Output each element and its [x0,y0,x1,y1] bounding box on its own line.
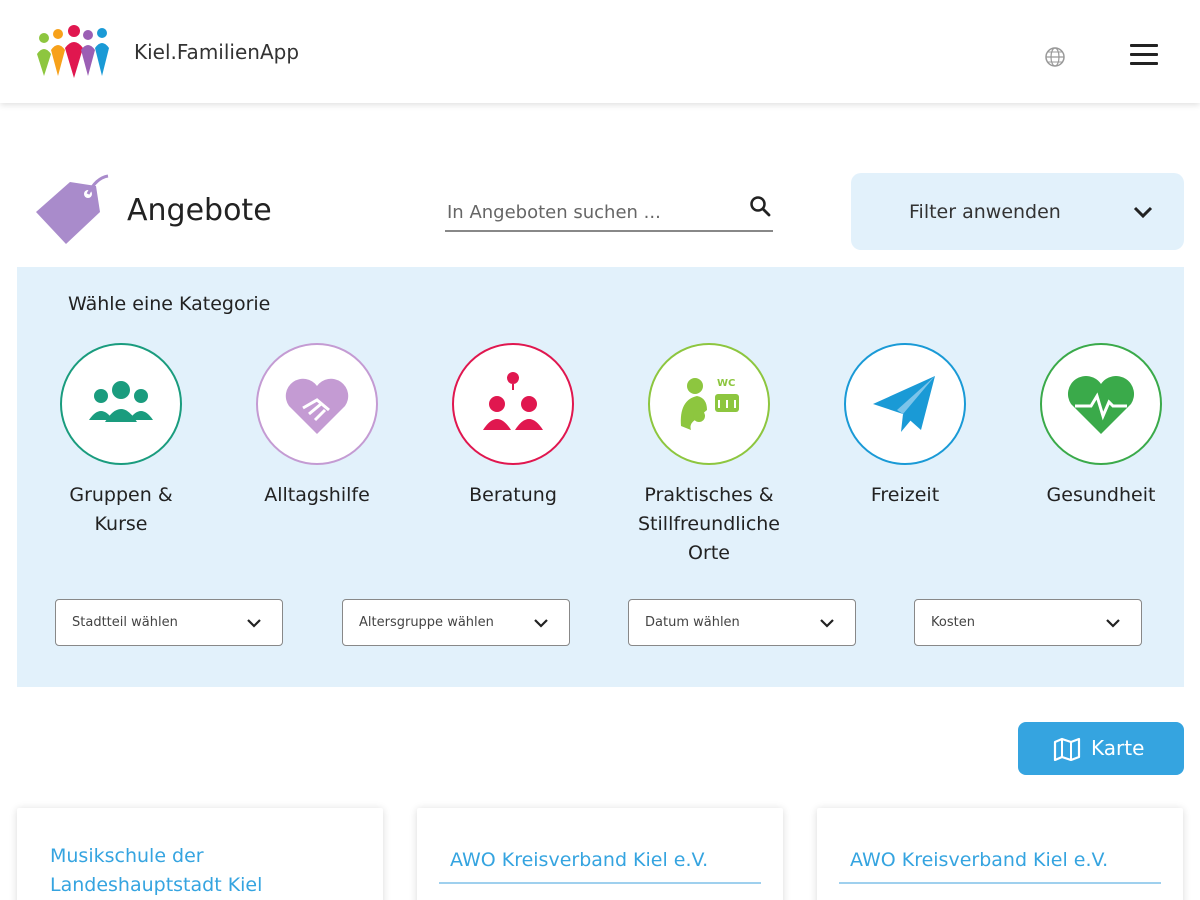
category-label: Beratung [469,484,557,506]
card-divider [439,882,761,884]
heart-pulse-icon [1067,375,1135,434]
breastfeeding-wc-diaper-icon: WC [680,378,739,430]
category-label: Alltagshilfe [264,484,370,506]
category-label: Gruppen & Kurse [69,484,173,535]
consultation-icon [483,372,543,430]
category-freizeit[interactable]: Freizeit [807,343,1003,510]
filter-apply-label: Filter anwenden [909,201,1061,223]
category-beratung[interactable]: Beratung [415,343,611,510]
card-title[interactable]: AWO Kreisverband Kiel e.V. [450,846,770,875]
category-gesundheit[interactable]: Gesundheit [1003,343,1199,510]
chevron-down-icon [1132,203,1154,221]
cost-select[interactable]: Kosten [914,599,1142,646]
paper-plane-icon [873,376,935,432]
map-button[interactable]: Karte [1018,722,1184,775]
app-name: Kiel.FamilienApp [134,40,300,64]
handshake-heart-icon [285,378,349,434]
select-label: Stadtteil wählen [72,615,178,630]
globe-icon[interactable] [1043,45,1067,69]
price-tag-icon [30,172,114,250]
group-people-icon [89,381,153,422]
category-label: Gesundheit [1046,484,1156,506]
chevron-down-icon [247,619,261,628]
chevron-down-icon [1106,619,1120,628]
search-input[interactable] [447,198,737,226]
card-divider [839,882,1161,884]
category-gruppen-kurse[interactable]: Gruppen & Kurse [23,343,219,539]
offer-card[interactable]: Musikschule der Landeshauptstadt Kiel [17,808,383,900]
select-label: Kosten [931,615,975,630]
district-select[interactable]: Stadtteil wählen [55,599,283,646]
page-title: Angebote [127,193,272,228]
category-panel: Wähle eine Kategorie Gruppen & Kurse All… [17,267,1184,687]
category-label: Praktisches & Stillfreundliche Orte [638,484,780,564]
search-box [445,194,773,232]
header: Kiel.FamilienApp [0,0,1200,103]
card-title[interactable]: Musikschule der Landeshauptstadt Kiel [50,842,370,900]
hamburger-menu-icon[interactable] [1130,44,1158,68]
select-label: Datum wählen [645,615,740,630]
filter-apply-button[interactable]: Filter anwenden [851,173,1184,250]
chevron-down-icon [820,619,834,628]
map-icon [1053,737,1081,761]
category-label: Freizeit [870,484,940,506]
category-heading: Wähle eine Kategorie [68,293,271,315]
chevron-down-icon [534,619,548,628]
category-praktisches-stillfreundliche-orte[interactable]: WC Praktisches & Stillfreundliche Orte [611,343,807,568]
family-people-logo-icon[interactable] [34,24,116,84]
svg-text:WC: WC [717,378,735,389]
map-button-label: Karte [1091,736,1145,760]
category-alltagshilfe[interactable]: Alltagshilfe [219,343,415,510]
search-icon[interactable] [748,194,772,220]
select-label: Altersgruppe wählen [359,615,494,630]
card-title[interactable]: AWO Kreisverband Kiel e.V. [850,846,1170,875]
offer-card[interactable]: AWO Kreisverband Kiel e.V. [417,808,783,900]
offer-card[interactable]: AWO Kreisverband Kiel e.V. [817,808,1183,900]
date-select[interactable]: Datum wählen [628,599,856,646]
age-group-select[interactable]: Altersgruppe wählen [342,599,570,646]
